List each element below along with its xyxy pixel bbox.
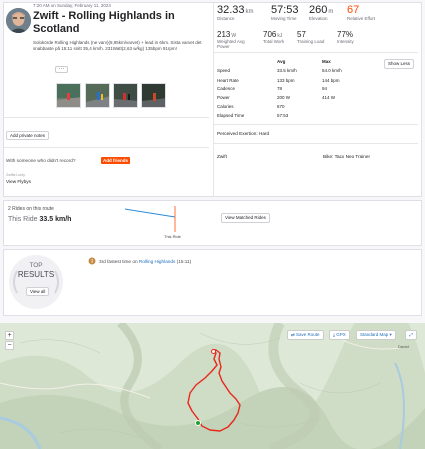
view-matched-rides-button[interactable]: View Matched Rides bbox=[221, 213, 270, 223]
add-friends-button[interactable]: Add friends bbox=[101, 157, 131, 164]
this-ride-speed: This Ride 33.5 km/h bbox=[8, 216, 72, 223]
rides-comparison-chart bbox=[124, 206, 176, 232]
route-start-marker bbox=[195, 420, 201, 426]
this-ride-marker-label: This Ride bbox=[164, 234, 181, 239]
segment-achievement: 3rd fastest time on Rolling Highlands (1… bbox=[99, 259, 192, 264]
details-divider bbox=[213, 124, 418, 125]
elevation-label: Elevation bbox=[309, 16, 328, 21]
perceived-exertion: Perceived Exertion: Hard bbox=[217, 131, 270, 136]
fullscreen-button[interactable]: ⤢ bbox=[405, 330, 417, 340]
intensity-value: 77% bbox=[337, 30, 354, 39]
weighted-power-label: Weighted Avg Power bbox=[217, 39, 245, 49]
others-prompt: With someone who didn't record? bbox=[6, 158, 76, 163]
athlete-avatar[interactable] bbox=[6, 8, 31, 33]
top-results-card bbox=[3, 249, 422, 316]
training-load-label: Training Load bbox=[297, 39, 325, 44]
bike-name: Bike: Tacx Neo Trainer bbox=[323, 154, 371, 159]
segment-link[interactable]: Rolling Highlands bbox=[139, 259, 175, 264]
detail-row: Calories 670 bbox=[217, 104, 285, 109]
relative-effort-label: Relative Effort bbox=[347, 16, 376, 21]
detail-row: Power 200 W 414 W bbox=[217, 95, 336, 100]
badge-line-results: RESULTS bbox=[17, 270, 55, 279]
map-place-label: Daviot bbox=[398, 345, 409, 349]
view-flybys-link[interactable]: View Flybys bbox=[6, 179, 31, 184]
route-end-marker bbox=[211, 349, 216, 354]
activity-photo[interactable] bbox=[85, 83, 110, 108]
moving-time-label: Moving Time bbox=[271, 16, 297, 21]
gpx-button[interactable]: ⤓ GPX bbox=[329, 330, 350, 340]
detail-row: Speed 33.5 km/h 54.0 km/h bbox=[217, 68, 342, 73]
view-all-button[interactable]: View all bbox=[26, 287, 50, 296]
activity-map[interactable] bbox=[0, 323, 425, 449]
distance-label: Distance bbox=[217, 16, 235, 21]
detail-row: Heart Rate 133 bpm 144 bpm bbox=[217, 78, 340, 83]
relative-effort-value[interactable]: 67 bbox=[347, 4, 359, 16]
max-header: Max bbox=[322, 59, 331, 64]
section-divider bbox=[4, 117, 209, 118]
activity-description: Solokörde Rolling Highlands (ne varv)(8,… bbox=[33, 40, 202, 51]
activity-photo[interactable] bbox=[56, 83, 81, 108]
intensity-label: Intensity bbox=[337, 39, 354, 44]
total-work-label: Total Work bbox=[263, 39, 285, 44]
add-private-notes-button[interactable]: Add private notes bbox=[6, 131, 50, 140]
avg-header: Avg bbox=[277, 59, 286, 64]
matched-rides-card bbox=[3, 200, 422, 246]
download-icon: ⤓ bbox=[333, 332, 335, 337]
training-load-value: 57 bbox=[297, 30, 306, 39]
activity-title: Zwift - Rolling Highlands in Scotland bbox=[33, 10, 175, 35]
map-type-select[interactable]: Standard Map ▾ bbox=[356, 330, 396, 340]
fullscreen-icon: ⤢ bbox=[409, 332, 413, 337]
moving-time-value: 57:53 bbox=[271, 4, 299, 16]
activity-page: 7:20 AM on Sunday, February 11, 2024 Zwi… bbox=[0, 0, 425, 449]
activity-date: 7:20 AM on Sunday, February 11, 2024 bbox=[33, 3, 111, 8]
section-divider bbox=[4, 147, 209, 148]
route-icon: ⇄ bbox=[291, 332, 295, 337]
save-route-button[interactable]: ⇄ Save Route bbox=[287, 330, 324, 340]
detail-row: Elapsed Time 57:53 bbox=[217, 113, 289, 118]
detail-row: Cadence 78 94 bbox=[217, 86, 328, 91]
activity-photo[interactable] bbox=[113, 83, 138, 108]
details-divider bbox=[213, 143, 418, 144]
chevron-down-icon: ▾ bbox=[389, 332, 392, 337]
rides-header: 2 Rides on this route bbox=[8, 206, 54, 212]
stats-divider bbox=[213, 52, 418, 53]
card-divider bbox=[213, 3, 214, 196]
more-button[interactable]: ··· bbox=[55, 66, 68, 73]
zoom-out-button[interactable]: − bbox=[5, 341, 14, 350]
trophy-icon: 3 bbox=[88, 257, 96, 265]
flyby-subtext: Zwifts Lonly bbox=[6, 173, 25, 177]
badge-line-top: TOP bbox=[29, 262, 43, 269]
activity-photo[interactable] bbox=[141, 83, 166, 108]
zoom-in-button[interactable]: + bbox=[5, 331, 14, 340]
device-name: Zwift bbox=[217, 154, 227, 159]
